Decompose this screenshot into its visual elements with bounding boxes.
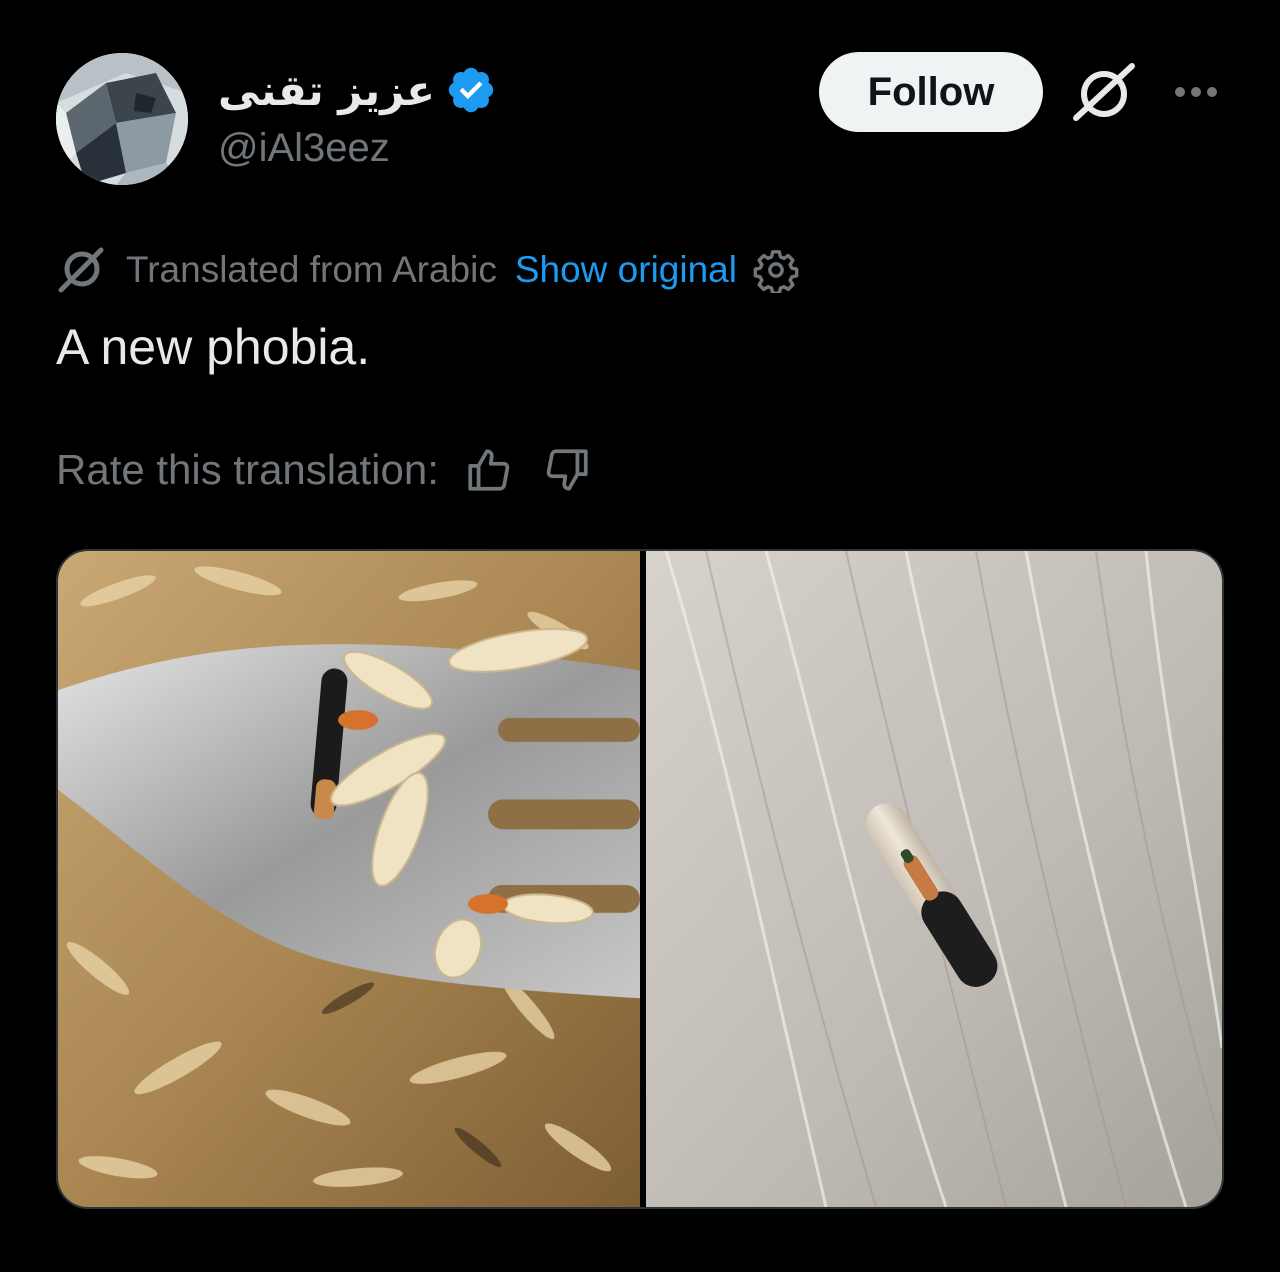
avatar-image xyxy=(56,53,188,185)
rate-translation-label: Rate this translation: xyxy=(56,446,439,493)
more-button[interactable] xyxy=(1160,60,1232,124)
follow-button[interactable]: Follow xyxy=(819,52,1043,132)
thumbs-up-button[interactable] xyxy=(461,442,517,498)
verified-badge-icon xyxy=(448,67,494,113)
author-name-row[interactable]: عزيز تقنى xyxy=(218,60,497,120)
more-dots-icon xyxy=(1175,87,1217,97)
author-handle[interactable]: @iAl3eez xyxy=(218,126,390,171)
grok-icon xyxy=(1073,63,1135,121)
microchip-on-table-photo[interactable] xyxy=(646,551,1222,1207)
grok-translate-icon xyxy=(58,247,104,293)
fork-with-rice-and-microchip-photo[interactable] xyxy=(58,551,640,1207)
post: عزيز تقنى @iAl3eez Follow Translated fro… xyxy=(0,0,1280,1272)
photo-fork-rice xyxy=(58,551,640,1207)
media-grid[interactable] xyxy=(56,549,1224,1209)
gear-icon[interactable] xyxy=(753,247,799,293)
post-text: A new phobia. xyxy=(56,319,371,375)
show-original-link[interactable]: Show original xyxy=(515,249,737,291)
thumbs-down-icon xyxy=(546,449,588,491)
translation-bar: Translated from Arabic Show original xyxy=(56,242,799,298)
avatar[interactable] xyxy=(56,53,188,185)
thumbs-down-button[interactable] xyxy=(539,442,595,498)
display-name[interactable]: عزيز تقنى xyxy=(218,66,435,115)
photo-microchip-table xyxy=(646,551,1222,1207)
grok-button[interactable] xyxy=(1068,60,1140,124)
translated-from-label: Translated from Arabic xyxy=(126,249,497,290)
thumbs-up-icon xyxy=(468,449,510,491)
rate-translation-row: Rate this translation: xyxy=(56,440,595,500)
